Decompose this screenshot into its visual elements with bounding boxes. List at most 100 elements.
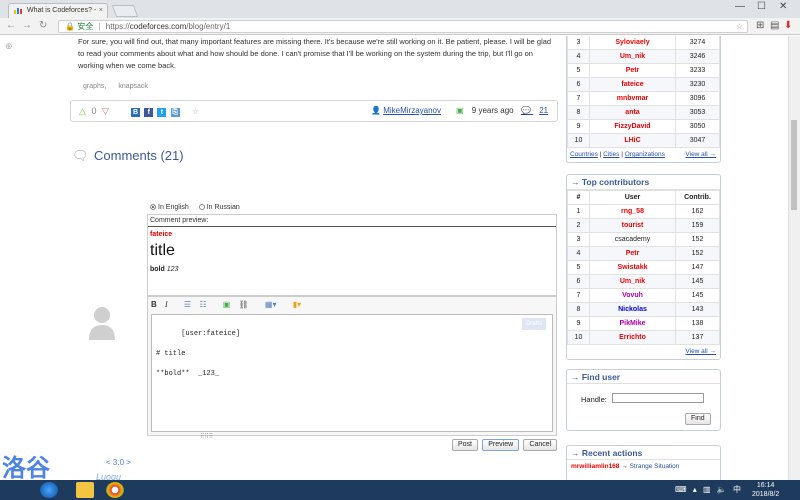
tray-network-icon[interactable]: ▥ <box>703 485 711 494</box>
reload-icon[interactable]: ↻ <box>39 20 47 31</box>
bullet-list-icon[interactable]: ☰ <box>184 300 191 309</box>
table-row: 3 csacademy 152 <box>567 232 720 247</box>
rating-rank-cell: 4 <box>567 49 590 64</box>
explorer-icon[interactable] <box>76 482 94 498</box>
minimize-button[interactable]: — <box>735 1 745 12</box>
comment-count-link[interactable]: 💬 21 <box>521 106 548 115</box>
lang-en-radio[interactable]: In English <box>150 204 189 211</box>
handle-input[interactable] <box>612 393 704 403</box>
download-icon[interactable]: ⬇ <box>784 20 792 31</box>
rating-table-box: 3 Syloviaely 3274 4 Um_nik 3246 5 Petr 3233 6 fate… <box>566 36 721 163</box>
scrollbar[interactable] <box>788 36 800 480</box>
rating-user-link[interactable]: anta <box>589 105 676 120</box>
bookmark-star-icon[interactable]: ☆ <box>736 21 743 32</box>
resize-grip-icon[interactable]: ⠿⠿⠿ <box>200 433 213 440</box>
plus-icon[interactable]: ⊕ <box>5 41 13 52</box>
browser-tab-bar: What is Codeforces? - × — ☐ ✕ <box>0 0 800 18</box>
contrib-user-link[interactable]: tourist <box>589 218 676 233</box>
favorite-star-icon[interactable]: ☆ <box>192 107 199 116</box>
organizations-link[interactable]: Organizations <box>625 151 665 158</box>
rating-user-link[interactable]: Syloviaely <box>589 36 676 50</box>
contrib-user-link[interactable]: Swistakk <box>589 260 676 275</box>
post-button[interactable]: Post <box>452 439 479 451</box>
vk-icon[interactable]: B <box>131 108 140 117</box>
tag-graphs[interactable]: graphs, <box>83 83 106 90</box>
table-icon[interactable]: ▦▾ <box>265 300 277 309</box>
bold-icon[interactable]: B <box>151 300 157 309</box>
preview-button[interactable]: Preview <box>482 439 520 451</box>
tray-language[interactable]: 中 <box>733 485 741 494</box>
twitter-icon[interactable]: t <box>157 108 167 117</box>
scrollbar-thumb[interactable] <box>791 120 797 210</box>
facebook-icon[interactable]: f <box>144 108 154 117</box>
italic-icon[interactable]: I <box>165 300 168 309</box>
author-link[interactable]: MikeMirzayanov <box>383 106 441 115</box>
contributors-view-all-link[interactable]: View all → <box>685 348 716 355</box>
article-age: ▣ 9 years ago <box>456 106 514 115</box>
contrib-user-link[interactable]: Errichto <box>589 330 676 345</box>
maximize-button[interactable]: ☐ <box>757 1 766 12</box>
tray-arrow-icon[interactable]: ▴ <box>693 485 697 494</box>
url-input[interactable]: 🔒 安全 | https://codeforces.com/blog/entry… <box>58 20 748 33</box>
recent-actions-box: → Recent actions mrwilliamlin168 → Stran… <box>566 445 721 480</box>
chart-icon[interactable]: ▮▾ <box>293 300 301 309</box>
table-row: 5 Swistakk 147 <box>567 260 720 275</box>
rating-user-link[interactable]: fateice <box>589 77 676 92</box>
browser-tab[interactable]: What is Codeforces? - × <box>8 3 108 18</box>
contrib-user-link[interactable]: Vovuh <box>589 288 676 303</box>
contrib-user-link[interactable]: rng_58 <box>589 204 676 219</box>
rating-view-all-link[interactable]: View all → <box>685 151 716 158</box>
table-row: 1 rng_58 162 <box>567 204 720 219</box>
extension-icon[interactable]: ▤ <box>770 20 779 31</box>
link-icon[interactable]: ⎘ <box>170 108 180 117</box>
contrib-value-cell: 145 <box>675 288 720 303</box>
forward-arrow-icon[interactable]: → <box>22 20 32 31</box>
contrib-user-link[interactable]: PikMike <box>589 316 676 331</box>
contrib-user-link[interactable]: csacademy <box>589 232 676 247</box>
translate-icon[interactable]: ⊞ <box>756 20 764 31</box>
table-row: 8 anta 3053 <box>567 105 720 120</box>
numbered-list-icon[interactable]: ☷ <box>199 300 206 309</box>
contrib-rank-cell: 2 <box>567 218 590 233</box>
start-button-icon[interactable] <box>40 482 58 498</box>
contrib-user-link[interactable]: Um_nik <box>589 274 676 289</box>
rating-user-link[interactable]: Um_nik <box>589 49 676 64</box>
contrib-user-link[interactable]: Petr <box>589 246 676 261</box>
find-button[interactable]: Find <box>685 413 711 425</box>
lang-ru-radio[interactable]: In Russian <box>198 204 240 211</box>
tray-volume-icon[interactable]: 🔈 <box>717 485 727 494</box>
drafts-button[interactable]: Drafts <box>521 318 546 330</box>
table-row: 7 Vovuh 145 <box>567 288 720 303</box>
rating-user-link[interactable]: LHiC <box>589 133 676 148</box>
rating-user-link[interactable]: FizzyDavid <box>589 119 676 134</box>
clock[interactable]: 16:14 2018/8/2 <box>752 481 779 499</box>
link-insert-icon[interactable]: ⛓ <box>239 300 249 309</box>
upvote-icon[interactable]: △ <box>79 106 86 116</box>
tab-close-icon[interactable]: × <box>99 4 103 18</box>
tab-title: What is Codeforces? - <box>27 7 97 14</box>
recent-user-link[interactable]: mrwilliamlin168 <box>571 463 619 470</box>
preview-user[interactable]: fateice <box>150 231 554 238</box>
contrib-value-cell: 143 <box>675 302 720 317</box>
tray-keyboard-icon[interactable]: ⌨ <box>675 485 687 494</box>
tag-knapsack[interactable]: knapsack <box>118 83 148 90</box>
close-window-button[interactable]: ✕ <box>779 1 787 12</box>
countries-link[interactable]: Countries <box>570 151 598 158</box>
cancel-button[interactable]: Cancel <box>523 439 558 451</box>
speech-bubbles-icon: 🗨 <box>72 148 89 163</box>
cities-link[interactable]: Cities <box>603 151 619 158</box>
recent-topic-link[interactable]: Strange Situation <box>630 463 680 470</box>
chrome-icon[interactable] <box>106 482 124 498</box>
contrib-user-link[interactable]: Nickolas <box>589 302 676 317</box>
contrib-value-cell: 137 <box>675 330 720 345</box>
downvote-icon[interactable]: ▽ <box>102 106 109 116</box>
table-row: 6 Um_nik 145 <box>567 274 720 289</box>
image-icon[interactable]: ▣ <box>223 300 231 309</box>
back-arrow-icon[interactable]: ← <box>6 20 16 31</box>
rating-user-link[interactable]: mnbvmar <box>589 91 676 106</box>
rating-user-link[interactable]: Petr <box>589 63 676 78</box>
comment-textarea[interactable]: [user:fateice] # title **bold** _123_ Dr… <box>151 314 553 432</box>
editor-toolbar: B I ☰ ☷ ▣ ⛓ ▦▾ ▮▾ <box>148 297 556 313</box>
new-tab-button[interactable] <box>111 5 139 17</box>
rating-value-cell: 3053 <box>675 105 720 120</box>
